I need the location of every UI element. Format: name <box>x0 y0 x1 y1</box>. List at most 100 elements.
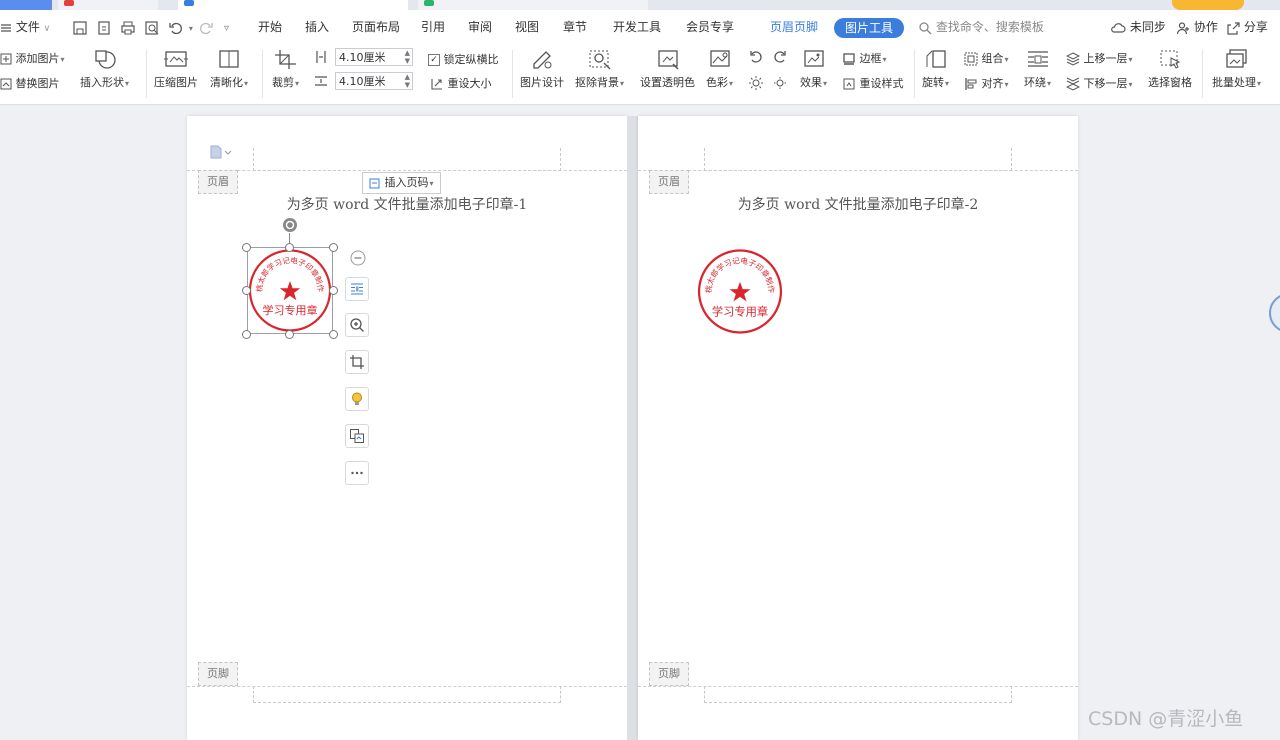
rotate-handle[interactable] <box>281 216 299 238</box>
resize-handle-se[interactable] <box>329 330 338 339</box>
writer-doc-icon <box>184 0 194 6</box>
member-badge[interactable] <box>1172 0 1244 10</box>
collaborate-button[interactable]: 协作 <box>1176 10 1218 44</box>
file-menu[interactable]: 文件 ∨ <box>0 10 50 44</box>
height-value: 4.10厘米 <box>339 75 386 88</box>
tab-home[interactable]: 开始 <box>258 10 282 44</box>
redo-button[interactable] <box>198 10 214 44</box>
resize-handle-e[interactable] <box>329 286 338 295</box>
save-button[interactable] <box>72 10 88 44</box>
seal-icon[interactable]: 桃太郎学习记电子印章制作 学习专用章 <box>697 248 783 335</box>
compress-picture-button[interactable]: 压缩图片 <box>154 48 198 90</box>
assistant-float-button[interactable] <box>1268 292 1280 334</box>
resize-handle-w[interactable] <box>242 286 251 295</box>
align-icon <box>965 78 977 90</box>
layout-options-button[interactable] <box>345 277 369 301</box>
more-options-button[interactable] <box>345 461 369 485</box>
footer-area[interactable] <box>704 686 1012 703</box>
tab-chapter[interactable]: 章节 <box>563 10 587 44</box>
print-preview-button[interactable] <box>144 10 160 44</box>
tab-view[interactable]: 视图 <box>515 10 539 44</box>
add-picture-button[interactable]: 添加图片▾ <box>0 50 65 66</box>
seal-icon[interactable]: 桃太郎学习记电子印章制作 学习专用章 <box>248 248 332 333</box>
brightness-up-button[interactable] <box>748 75 764 91</box>
insert-shape-button[interactable]: 插入形状▾ <box>80 48 129 90</box>
preview-icon <box>145 20 159 35</box>
replace-picture-button[interactable]: 替换图片 <box>0 75 60 91</box>
zoom-picture-button[interactable] <box>345 313 369 337</box>
search-icon <box>919 21 932 34</box>
group-button[interactable]: 组合▾ <box>964 50 1009 66</box>
reset-size-button[interactable]: 重设大小 <box>430 75 492 91</box>
footer-area[interactable] <box>253 686 561 703</box>
resize-handle-n[interactable] <box>285 243 294 252</box>
stepper-arrows-icon[interactable]: ▲ ▼ <box>405 73 410 89</box>
remove-background-button[interactable]: 抠除背景▾ <box>575 48 624 90</box>
doc-tab[interactable] <box>58 0 158 10</box>
rotate-button[interactable]: 旋转▾ <box>922 48 949 90</box>
doc-tab-active[interactable] <box>178 0 408 10</box>
footer-tag: 页脚 <box>649 662 689 686</box>
quick-access-more[interactable]: ▿ <box>224 10 229 44</box>
collapse-toolbar-button[interactable] <box>350 250 366 270</box>
seal-image[interactable]: 桃太郎学习记电子印章制作 学习专用章 <box>697 248 783 335</box>
reset-style-button[interactable]: 重设样式 <box>842 75 904 91</box>
crop-float-button[interactable] <box>345 350 369 374</box>
tab-member[interactable]: 会员专享 <box>686 10 734 44</box>
command-search[interactable]: 查找命令、搜索模板 <box>918 10 1044 44</box>
batch-process-label: 批量处理 <box>1212 76 1256 89</box>
tab-insert[interactable]: 插入 <box>305 10 329 44</box>
height-stepper[interactable]: 4.10厘米 ▲ ▼ <box>335 72 413 90</box>
wrap-button[interactable]: 环绕▾ <box>1024 48 1051 90</box>
doc-icon[interactable] <box>209 144 233 163</box>
tab-developer[interactable]: 开发工具 <box>613 10 661 44</box>
stepper-arrows-icon[interactable]: ▲ ▼ <box>405 49 410 65</box>
redo-icon <box>200 22 213 34</box>
print-button[interactable] <box>120 10 136 44</box>
tab-header-footer[interactable]: 页眉页脚 <box>770 10 818 44</box>
resize-handle-s[interactable] <box>285 330 294 339</box>
ribbon-separator <box>512 50 513 98</box>
sharpen-button[interactable]: 清晰化▾ <box>210 48 248 90</box>
picture-convert-button[interactable] <box>345 424 369 448</box>
resize-handle-sw[interactable] <box>242 330 251 339</box>
insert-page-number-button[interactable]: 插入页码▾ <box>362 172 441 194</box>
app-tab[interactable] <box>0 0 52 10</box>
brightness-down-button[interactable] <box>772 75 788 91</box>
doc-tab[interactable] <box>418 0 648 10</box>
align-button[interactable]: 对齐▾ <box>964 75 1009 91</box>
export-pdf-button[interactable] <box>96 10 112 44</box>
width-stepper[interactable]: 4.10厘米 ▲ ▼ <box>335 48 413 66</box>
color-button[interactable]: 色彩▾ <box>706 48 733 90</box>
document-page-1[interactable]: 页眉 插入页码▾ 为多页 word 文件批量添加电子印章-1 桃太郎学习记电子印… <box>187 116 627 740</box>
reset-style-label: 重设样式 <box>859 77 904 90</box>
resize-handle-ne[interactable] <box>329 243 338 252</box>
seal-selection-box[interactable]: 桃太郎学习记电子印章制作 学习专用章 <box>247 247 333 334</box>
sync-status[interactable]: 未同步 <box>1110 10 1166 44</box>
smart-suggest-button[interactable] <box>345 387 369 411</box>
batch-process-button[interactable]: 批量处理▾ <box>1212 48 1261 90</box>
document-page-2[interactable]: 页眉 为多页 word 文件批量添加电子印章-2 桃太郎学习记电子印章制作 学习… <box>638 116 1078 740</box>
tab-picture-tools[interactable]: 图片工具 <box>834 18 905 38</box>
selection-pane-button[interactable]: 选择窗格 <box>1148 48 1192 90</box>
send-backward-button[interactable]: 下移一层▾ <box>1066 75 1133 91</box>
chevron-down-icon: ▾ <box>1004 55 1009 64</box>
resize-handle-nw[interactable] <box>242 243 251 252</box>
tab-references[interactable]: 引用 <box>421 10 445 44</box>
rotate-right-button[interactable] <box>772 49 788 65</box>
rotate-left-button[interactable] <box>748 49 764 65</box>
crop-button[interactable]: 裁剪▾ <box>272 48 299 90</box>
header-area[interactable] <box>704 148 1012 171</box>
set-transparent-button[interactable]: 设置透明色 <box>640 48 695 90</box>
undo-button[interactable]: ▾ <box>168 10 193 44</box>
tab-review[interactable]: 审阅 <box>468 10 492 44</box>
picture-design-button[interactable]: 图片设计 <box>520 48 564 90</box>
header-boundary <box>638 170 1078 171</box>
header-area[interactable] <box>253 148 561 171</box>
effects-button[interactable]: 效果▾ <box>800 48 827 90</box>
share-button[interactable]: 分享 <box>1226 10 1268 44</box>
bring-forward-button[interactable]: 上移一层▾ <box>1066 50 1133 66</box>
border-button[interactable]: 边框▾ <box>842 50 887 66</box>
lock-ratio-checkbox[interactable]: ✓ 锁定纵横比 <box>428 51 499 67</box>
tab-page-layout[interactable]: 页面布局 <box>352 10 400 44</box>
